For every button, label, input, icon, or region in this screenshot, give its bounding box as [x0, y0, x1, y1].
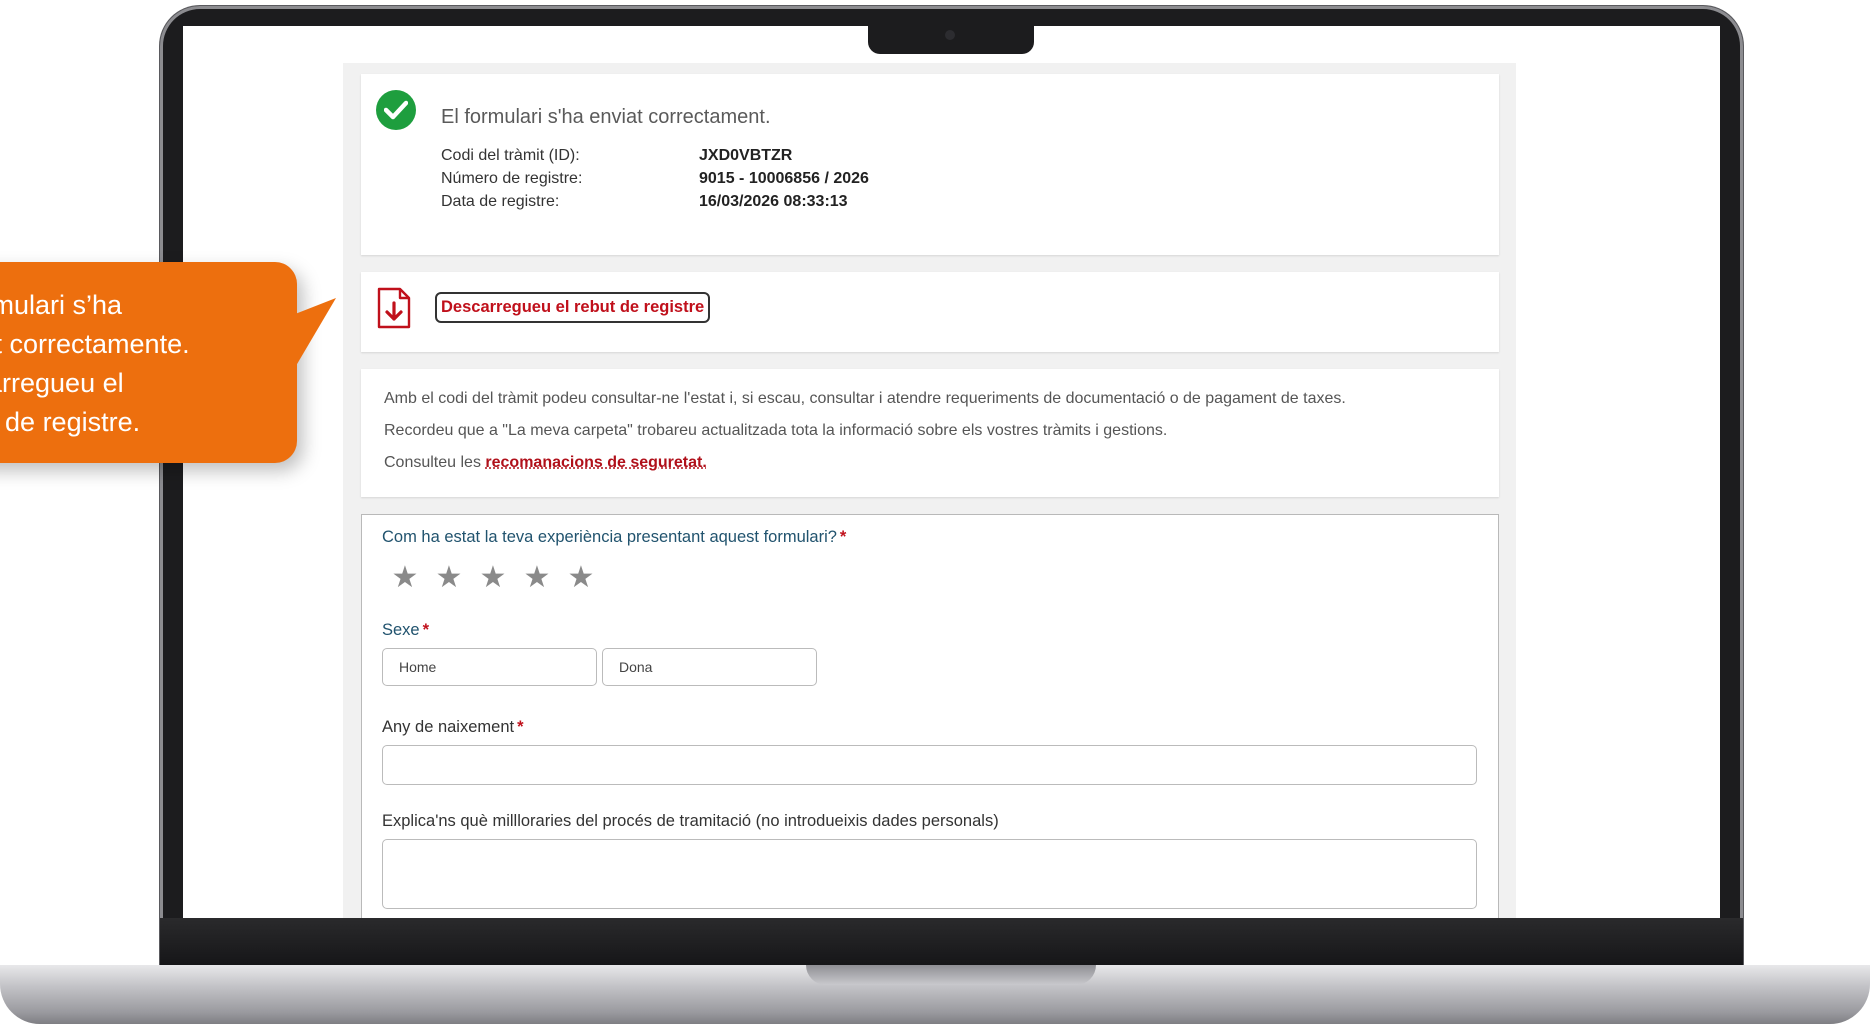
- camera-icon: [945, 30, 955, 40]
- improvements-textarea[interactable]: [382, 839, 1477, 909]
- procedure-id-value: JXD0VBTZR: [699, 147, 793, 164]
- callout-bubble: formulari s’ha viat correctamente. scarr…: [0, 262, 297, 463]
- sex-option-dona[interactable]: Dona: [602, 648, 817, 686]
- sex-label: Sexe *: [382, 621, 429, 640]
- callout-pointer: [290, 298, 336, 376]
- sex-option-home[interactable]: Home: [382, 648, 597, 686]
- rating-question-text: Com ha estat la teva experiència present…: [382, 528, 837, 546]
- detail-row: Data de registre: 16/03/2026 08:33:13: [441, 190, 869, 213]
- improvements-label: Explica'ns què millloraries del procés d…: [382, 812, 999, 830]
- required-mark: *: [422, 621, 430, 639]
- info-panel: Amb el codi del tràmit podeu consultar-n…: [361, 369, 1499, 497]
- registration-details: Codi del tràmit (ID): JXD0VBTZR Número d…: [441, 144, 869, 213]
- star-icon[interactable]: ★: [434, 563, 464, 593]
- sex-label-text: Sexe: [382, 621, 420, 639]
- laptop-screen: El formulari s'ha enviat correctament. C…: [183, 26, 1720, 918]
- info-line: Recordeu que a "La meva carpeta" trobare…: [384, 422, 1168, 439]
- birth-year-label: Any de naixement *: [382, 718, 524, 737]
- camera-notch: [868, 22, 1034, 54]
- security-recommendations-link[interactable]: recomanacions de seguretat.: [485, 454, 706, 471]
- download-panel: Descarregueu el rebut de registre: [361, 272, 1499, 352]
- detail-row: Codi del tràmit (ID): JXD0VBTZR: [441, 144, 869, 167]
- star-icon[interactable]: ★: [566, 563, 596, 593]
- required-mark: *: [517, 718, 524, 736]
- required-mark: *: [839, 528, 847, 546]
- success-panel: El formulari s'ha enviat correctament. C…: [361, 74, 1499, 255]
- download-receipt-button[interactable]: Descarregueu el rebut de registre: [435, 292, 711, 323]
- detail-label: Número de registre:: [441, 170, 583, 187]
- checkmark-icon: [376, 90, 416, 130]
- star-icon[interactable]: ★: [390, 563, 420, 593]
- birth-year-label-text: Any de naixement: [382, 718, 515, 736]
- info-prefix: Consulteu les: [384, 454, 486, 471]
- detail-label: Data de registre:: [441, 193, 560, 210]
- laptop-bottom-bezel: [160, 918, 1743, 970]
- registration-date-value: 16/03/2026 08:33:13: [699, 193, 848, 210]
- detail-label: Codi del tràmit (ID):: [441, 147, 580, 164]
- success-message: El formulari s'ha enviat correctament.: [441, 106, 771, 128]
- callout-text: formulari s’ha viat correctamente. scarr…: [0, 290, 190, 437]
- rating-question: Com ha estat la teva experiència present…: [382, 528, 846, 547]
- star-icon[interactable]: ★: [522, 563, 552, 593]
- laptop-opening-groove: [806, 965, 1096, 985]
- star-rating: ★ ★ ★ ★ ★: [390, 563, 596, 593]
- survey-form: Com ha estat la teva experiència present…: [361, 514, 1499, 918]
- info-line: Consulteu les recomanacions de seguretat…: [384, 447, 1346, 479]
- registration-number-value: 9015 - 10006856 / 2026: [699, 170, 869, 187]
- detail-row: Número de registre: 9015 - 10006856 / 20…: [441, 167, 869, 190]
- birth-year-input[interactable]: [382, 745, 1477, 785]
- star-icon[interactable]: ★: [478, 563, 508, 593]
- pdf-download-icon[interactable]: [376, 286, 412, 330]
- info-line: Amb el codi del tràmit podeu consultar-n…: [384, 390, 1346, 407]
